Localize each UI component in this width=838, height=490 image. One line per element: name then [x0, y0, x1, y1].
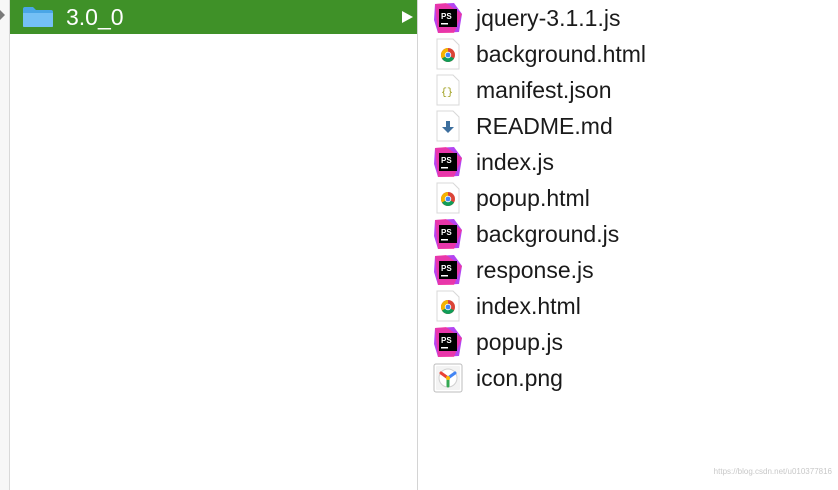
json-doc-icon: {} — [436, 74, 460, 106]
phpstorm-icon: PS — [434, 327, 462, 357]
phpstorm-icon: PS — [434, 219, 462, 249]
file-item[interactable]: PS response.js — [418, 252, 838, 288]
file-name: jquery-3.1.1.js — [476, 5, 621, 31]
folder-row-selected[interactable]: 3.0_0 — [10, 0, 417, 34]
file-name: README.md — [476, 113, 613, 139]
svg-text:PS: PS — [441, 156, 452, 165]
chrome-doc-icon — [436, 182, 460, 214]
file-name: popup.js — [476, 329, 563, 355]
file-item[interactable]: background.html — [418, 36, 838, 72]
file-item[interactable]: PS popup.js — [418, 324, 838, 360]
previous-column-edge — [0, 0, 10, 490]
file-item[interactable]: icon.png — [418, 360, 838, 396]
chrome-doc-icon — [436, 290, 460, 322]
file-item[interactable]: PS index.js — [418, 144, 838, 180]
disclosure-arrow-icon — [402, 11, 413, 23]
file-name: icon.png — [476, 365, 563, 391]
file-name: background.js — [476, 221, 620, 247]
file-name: manifest.json — [476, 77, 612, 103]
chrome-doc-icon — [436, 38, 460, 70]
file-item[interactable]: popup.html — [418, 180, 838, 216]
phpstorm-icon: PS — [434, 147, 462, 177]
file-item[interactable]: PS background.js — [418, 216, 838, 252]
folder-icon — [23, 7, 53, 27]
svg-text:PS: PS — [441, 336, 452, 345]
markdown-doc-icon — [436, 110, 460, 142]
phpstorm-icon: PS — [434, 255, 462, 285]
svg-text:{}: {} — [441, 87, 453, 99]
phpstorm-icon: PS — [434, 3, 462, 33]
file-list-column: PS jquery-3.1.1.js background.html {} ma… — [418, 0, 838, 490]
folder-name: 3.0_0 — [66, 4, 124, 30]
folder-column: 3.0_0 — [10, 0, 417, 490]
file-name: index.html — [476, 293, 581, 319]
svg-text:PS: PS — [441, 228, 452, 237]
file-name: popup.html — [476, 185, 590, 211]
file-name: index.js — [476, 149, 554, 175]
watermark-text: https://blog.csdn.net/u010377816 — [713, 467, 832, 476]
svg-text:PS: PS — [441, 12, 452, 21]
image-file-icon — [433, 363, 463, 393]
file-item[interactable]: index.html — [418, 288, 838, 324]
file-name: background.html — [476, 41, 647, 67]
file-item[interactable]: PS jquery-3.1.1.js — [418, 0, 838, 36]
collapse-triangle-icon — [0, 10, 5, 20]
file-item[interactable]: README.md — [418, 108, 838, 144]
file-name: response.js — [476, 257, 594, 283]
file-item[interactable]: {} manifest.json — [418, 72, 838, 108]
svg-text:PS: PS — [441, 264, 452, 273]
